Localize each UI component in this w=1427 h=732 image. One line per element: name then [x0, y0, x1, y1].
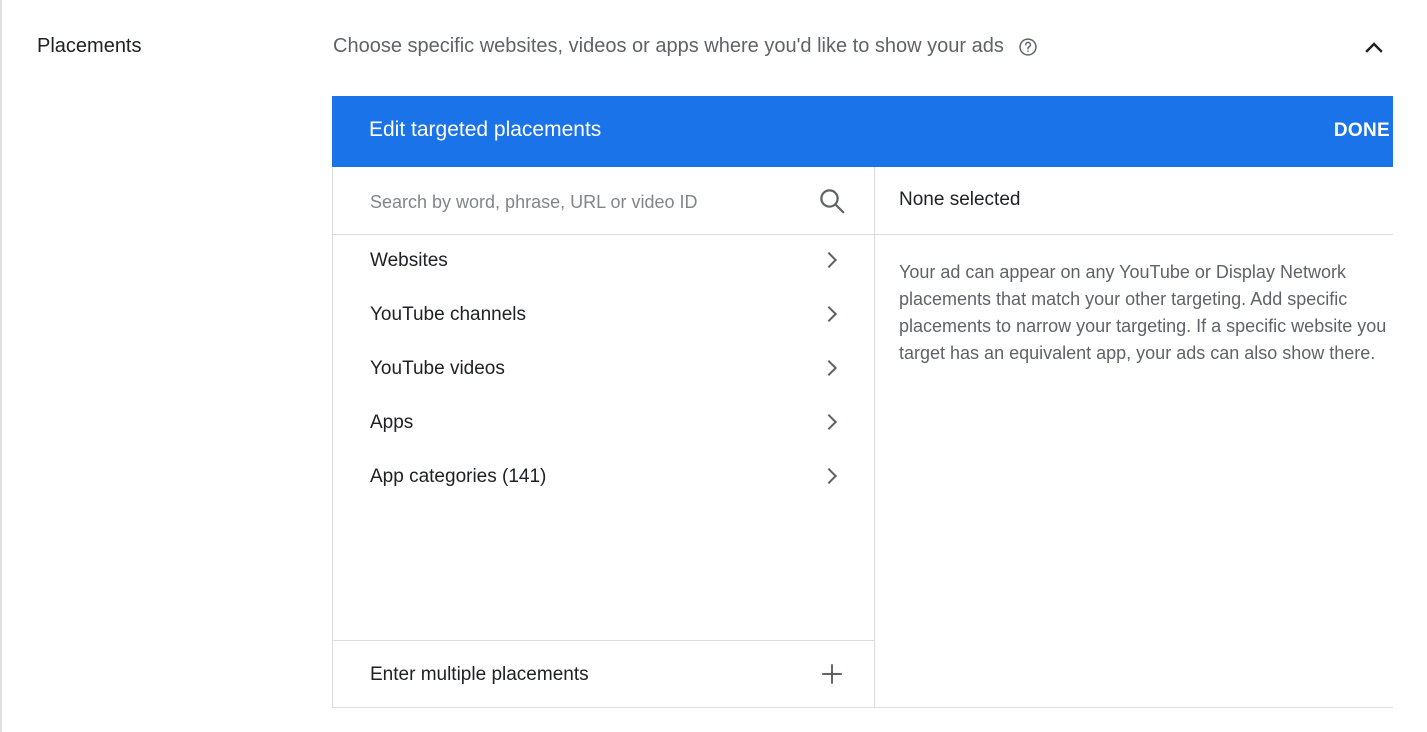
chevron-right-icon: [821, 249, 843, 271]
enter-multiple-placements-button[interactable]: Enter multiple placements: [333, 640, 875, 707]
selection-status-row: None selected: [875, 167, 1393, 235]
panel-title: Edit targeted placements: [369, 118, 602, 141]
category-youtube-channels[interactable]: YouTube channels: [333, 289, 875, 343]
help-circle-icon[interactable]: [1018, 37, 1038, 57]
browse-pane: Websites YouTube channels YouTube videos…: [332, 167, 875, 708]
category-websites[interactable]: Websites: [333, 235, 875, 289]
selection-info-text: Your ad can appear on any YouTube or Dis…: [899, 262, 1387, 363]
chevron-right-icon: [821, 357, 843, 379]
category-app-categories[interactable]: App categories (141): [333, 451, 875, 505]
chevron-up-icon[interactable]: [1362, 36, 1386, 60]
edit-placements-panel: Edit targeted placements DONE Websites Y…: [332, 96, 1393, 708]
search-input[interactable]: [370, 187, 810, 217]
left-border: [0, 0, 2, 732]
category-label: YouTube videos: [370, 358, 505, 379]
section-description-text: Choose specific websites, videos or apps…: [333, 35, 1004, 57]
category-apps[interactable]: Apps: [333, 397, 875, 451]
category-label: Websites: [370, 250, 448, 271]
category-label: YouTube channels: [370, 304, 526, 325]
chevron-right-icon: [821, 411, 843, 433]
panel-header: Edit targeted placements DONE: [332, 96, 1393, 167]
section-label: Placements: [37, 35, 142, 57]
chevron-right-icon: [821, 303, 843, 325]
category-list: Websites YouTube channels YouTube videos…: [333, 235, 875, 505]
selection-pane: None selected Your ad can appear on any …: [875, 167, 1393, 708]
search-icon[interactable]: [817, 186, 847, 216]
selection-status: None selected: [899, 189, 1021, 210]
category-youtube-videos[interactable]: YouTube videos: [333, 343, 875, 397]
chevron-right-icon: [821, 465, 843, 487]
done-button[interactable]: DONE: [1334, 120, 1390, 142]
enter-multiple-placements-label: Enter multiple placements: [370, 664, 589, 685]
category-label: App categories (141): [370, 466, 547, 487]
plus-icon: [819, 661, 845, 687]
search-row: [333, 167, 875, 235]
section-description: Choose specific websites, videos or apps…: [333, 35, 1038, 58]
category-label: Apps: [370, 412, 414, 433]
